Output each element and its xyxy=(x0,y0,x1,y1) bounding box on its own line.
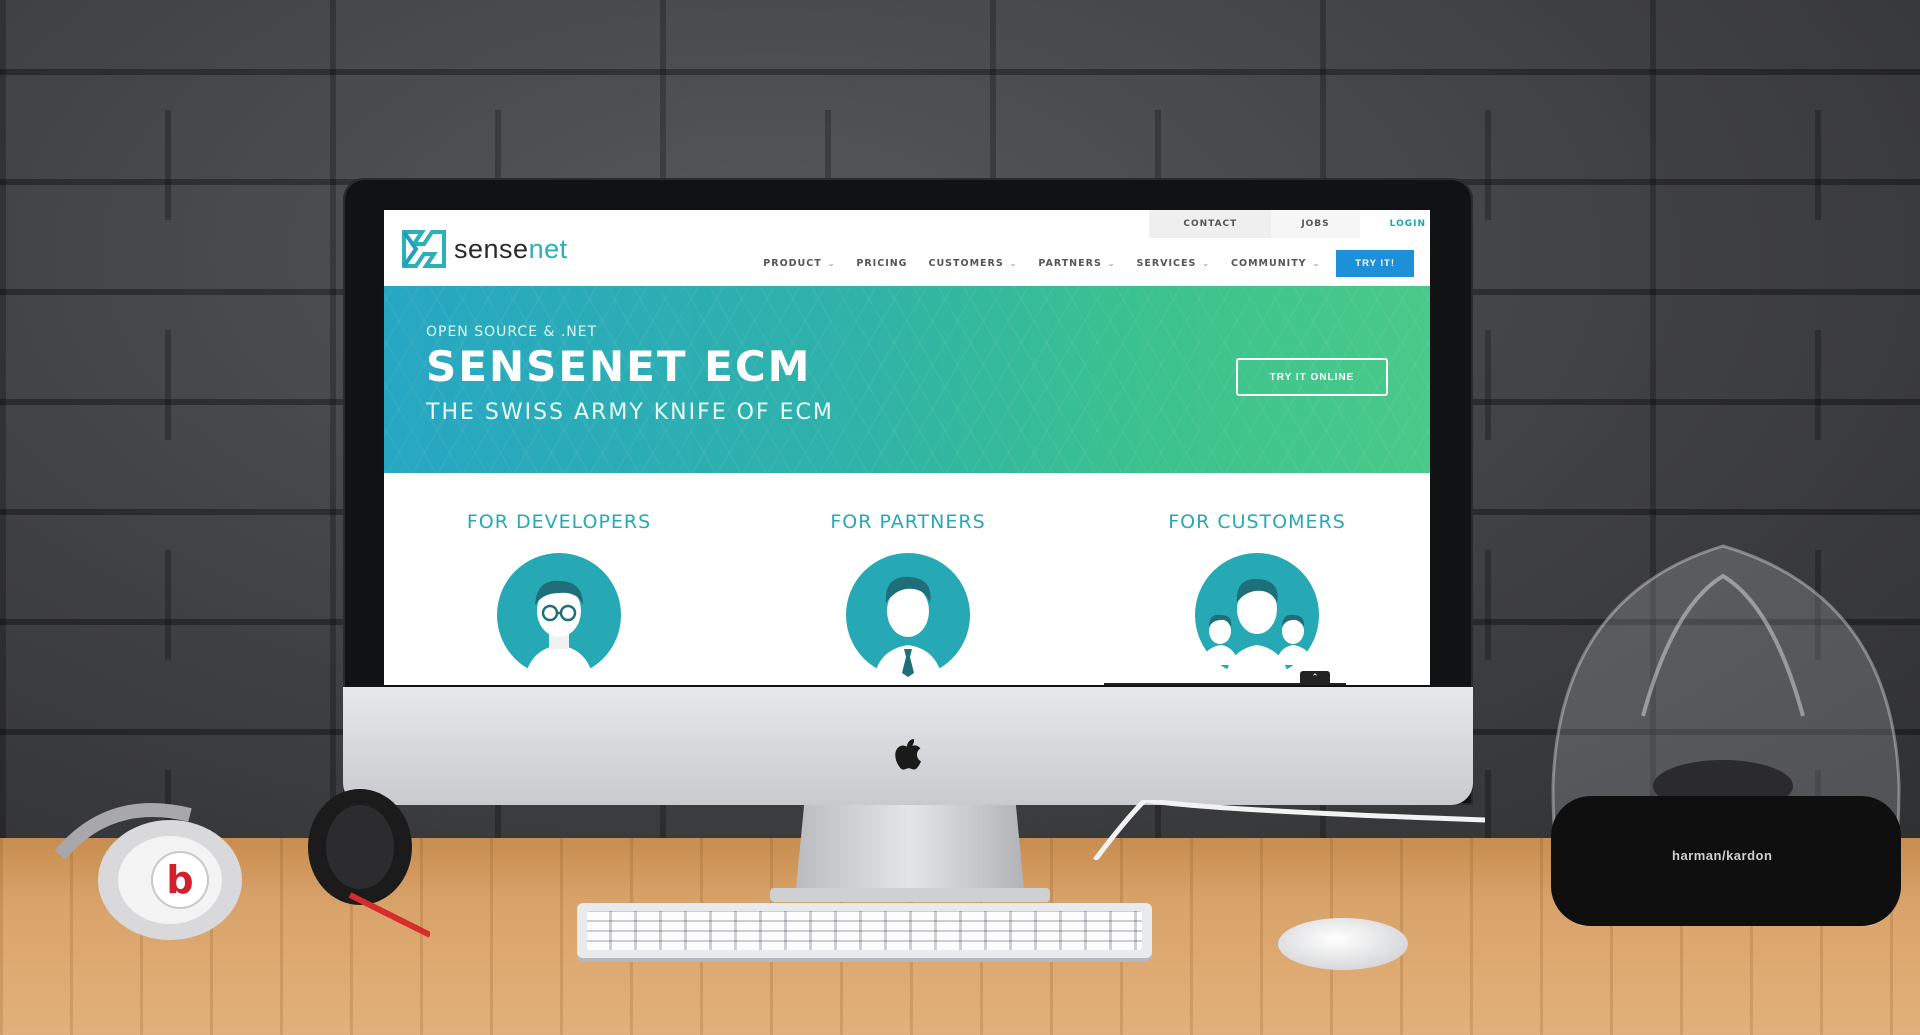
hero-eyebrow: OPEN SOURCE & .NET xyxy=(426,324,598,340)
login-link[interactable]: LOGIN xyxy=(1359,210,1430,238)
nav-item-services[interactable]: SERVICES ⌄ xyxy=(1137,258,1211,269)
hero-title: SENSENET ECM xyxy=(426,342,812,391)
audience-partners[interactable]: FOR PARTNERS xyxy=(778,511,1038,677)
brand-name: sensenet xyxy=(454,234,568,265)
contact-link[interactable]: CONTACT xyxy=(1149,210,1272,238)
imac-stand-base xyxy=(770,888,1050,902)
chevron-down-icon: ⌄ xyxy=(1312,259,1321,268)
audience-developers[interactable]: FOR DEVELOPERS xyxy=(429,511,689,677)
nav-item-partners[interactable]: PARTNERS ⌄ xyxy=(1038,258,1115,269)
svg-text:b: b xyxy=(166,858,193,902)
apple-logo-icon xyxy=(884,730,930,776)
keyboard-keys xyxy=(587,911,1142,950)
jobs-link[interactable]: JOBS xyxy=(1271,210,1360,238)
nav-item-community[interactable]: COMMUNITY ⌄ xyxy=(1231,258,1320,269)
nav-item-customers[interactable]: CUSTOMERS ⌄ xyxy=(928,258,1017,269)
sensenet-logo[interactable]: sensenet xyxy=(400,226,568,272)
partner-avatar-icon xyxy=(846,553,970,677)
hero-banner: OPEN SOURCE & .NET SENSENET ECM THE SWIS… xyxy=(384,286,1430,473)
speaker-brand-label: harman/kardon xyxy=(1672,848,1773,863)
chevron-down-icon: ⌄ xyxy=(1107,259,1116,268)
nav-item-label: CUSTOMERS xyxy=(928,258,1004,269)
hero-subtitle: THE SWISS ARMY KNIFE OF ECM xyxy=(426,400,834,425)
audience-title: FOR PARTNERS xyxy=(830,511,986,533)
top-utility-links: CONTACT JOBS LOGIN xyxy=(1149,210,1430,238)
keyboard xyxy=(577,903,1152,958)
apple-logo-icon xyxy=(895,739,921,770)
brand-name-part2: net xyxy=(528,233,568,264)
customers-group-avatar-icon xyxy=(1195,553,1319,677)
sensenet-logo-mark-icon xyxy=(402,230,446,268)
nav-item-pricing[interactable]: PRICING xyxy=(856,258,907,269)
imac-stand xyxy=(795,804,1025,899)
site-header: sensenet CONTACT JOBS LOGIN PRODUCT ⌄ PRI… xyxy=(384,210,1430,286)
audience-customers[interactable]: FOR CUSTOMERS xyxy=(1127,511,1387,677)
audience-title: FOR CUSTOMERS xyxy=(1168,511,1346,533)
magic-mouse xyxy=(1278,918,1408,970)
scroll-to-top-button[interactable]: ⌃ xyxy=(1300,671,1330,685)
chevron-down-icon: ⌄ xyxy=(1202,259,1211,268)
audience-title: FOR DEVELOPERS xyxy=(466,511,652,533)
main-navigation: PRODUCT ⌄ PRICING CUSTOMERS ⌄ PARTNERS ⌄ SE… xyxy=(742,250,1414,277)
try-it-button[interactable]: TRY IT! xyxy=(1336,250,1414,277)
brand-name-part1: sense xyxy=(454,233,529,264)
chevron-down-icon: ⌄ xyxy=(827,259,836,268)
website-screen: sensenet CONTACT JOBS LOGIN PRODUCT ⌄ PRI… xyxy=(384,210,1430,685)
nav-item-product[interactable]: PRODUCT ⌄ xyxy=(763,258,835,269)
audience-section: FOR DEVELOPERS FOR PARTNERS FOR CUSTOMER… xyxy=(384,473,1430,685)
headphones-icon: b xyxy=(54,789,430,940)
try-it-online-button[interactable]: TRY IT ONLINE xyxy=(1236,358,1388,396)
nav-item-label: PARTNERS xyxy=(1038,258,1102,269)
developer-avatar-icon xyxy=(497,553,621,677)
nav-item-label: PRICING xyxy=(856,258,908,269)
nav-item-label: COMMUNITY xyxy=(1231,258,1307,269)
power-cable xyxy=(1093,800,1485,860)
nav-item-label: PRODUCT xyxy=(763,258,822,269)
chevron-down-icon: ⌄ xyxy=(1009,259,1018,268)
nav-item-label: SERVICES xyxy=(1136,258,1197,269)
